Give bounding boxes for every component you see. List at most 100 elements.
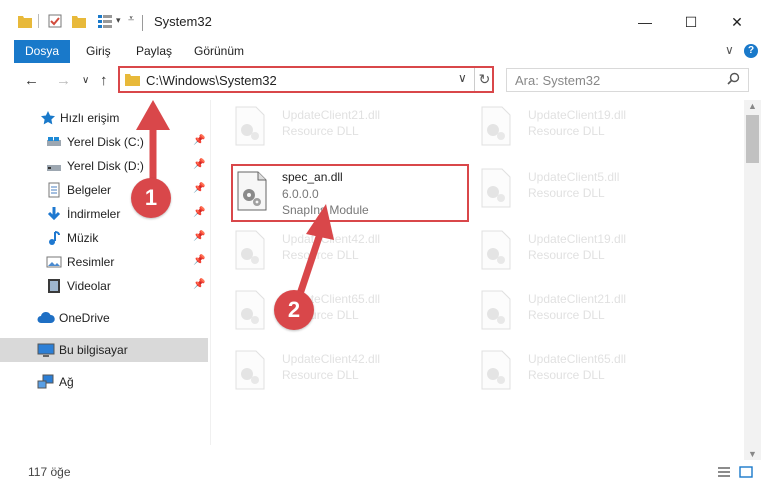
search-input[interactable]: Ara: System32 bbox=[515, 73, 600, 88]
tab-home[interactable]: Giriş bbox=[76, 40, 121, 63]
dll-file-icon bbox=[481, 290, 511, 330]
step-1-badge: 1 bbox=[131, 178, 171, 218]
file-item[interactable]: UpdateClient19.dll Resource DLL bbox=[460, 228, 700, 276]
file-type: Resource DLL bbox=[528, 186, 605, 200]
back-button[interactable]: ← bbox=[24, 72, 39, 89]
star-icon bbox=[41, 111, 55, 125]
cloud-icon bbox=[37, 311, 55, 323]
help-icon[interactable]: ? bbox=[744, 44, 758, 58]
title-separator bbox=[142, 15, 143, 31]
new-folder-icon[interactable] bbox=[72, 14, 86, 28]
refresh-button[interactable]: ↻ bbox=[474, 68, 494, 91]
file-type: Resource DLL bbox=[528, 248, 605, 262]
pin-icon[interactable]: 📌 bbox=[193, 231, 205, 242]
view-options-icon[interactable] bbox=[98, 14, 114, 28]
customize-qa-chevron-icon[interactable]: ▾ bbox=[116, 15, 121, 26]
file-name: UpdateClient19.dll bbox=[528, 108, 627, 122]
file-name: UpdateClient65.dll bbox=[528, 352, 627, 366]
documents-icon bbox=[48, 182, 60, 198]
maximize-button[interactable]: ☐ bbox=[668, 8, 714, 36]
sidebar-item-label: Videolar bbox=[67, 279, 111, 293]
search-icon[interactable] bbox=[727, 72, 740, 85]
pin-icon[interactable]: 📌 bbox=[193, 135, 205, 146]
file-type: Resource DLL bbox=[528, 308, 605, 322]
sidebar-item-label: Ağ bbox=[59, 375, 74, 389]
pane-divider[interactable] bbox=[210, 100, 211, 445]
folder-icon[interactable] bbox=[18, 14, 32, 28]
pin-icon[interactable]: 📌 bbox=[193, 279, 205, 290]
properties-icon[interactable] bbox=[48, 14, 62, 28]
sidebar-item-this-pc[interactable]: Bu bilgisayar bbox=[0, 338, 208, 362]
download-icon bbox=[47, 207, 61, 221]
file-name: UpdateClient21.dll bbox=[282, 108, 381, 122]
scroll-up-icon[interactable]: ▲ bbox=[748, 101, 757, 111]
large-icons-view-icon[interactable] bbox=[739, 466, 753, 478]
dll-file-icon bbox=[481, 168, 511, 208]
file-item[interactable]: UpdateClient21.dll Resource DLL bbox=[214, 104, 454, 152]
separator bbox=[38, 14, 39, 28]
address-dropdown-icon[interactable]: ∨ bbox=[458, 71, 467, 85]
sidebar-item-pictures[interactable]: Resimler 📌 bbox=[0, 250, 208, 274]
forward-button[interactable]: → bbox=[56, 72, 71, 89]
file-name: UpdateClient5.dll bbox=[528, 170, 620, 184]
file-item[interactable]: UpdateClient42.dll Resource DLL bbox=[214, 348, 454, 396]
drive-icon bbox=[47, 137, 61, 146]
dll-file-icon bbox=[235, 230, 265, 270]
address-bar[interactable]: C:\Windows\System32 ∨ ↻ bbox=[118, 66, 494, 93]
up-button[interactable]: ↑ bbox=[100, 72, 108, 89]
address-path[interactable]: C:\Windows\System32 bbox=[146, 73, 277, 88]
details-view-icon[interactable] bbox=[717, 466, 731, 478]
item-count: 117 öğe bbox=[28, 465, 71, 479]
step-2-badge: 2 bbox=[274, 290, 314, 330]
pin-icon[interactable]: 📌 bbox=[193, 207, 205, 218]
tab-share[interactable]: Paylaş bbox=[126, 40, 182, 63]
search-box[interactable]: Ara: System32 bbox=[506, 68, 749, 92]
sidebar-item-network[interactable]: Ağ bbox=[0, 370, 208, 394]
file-type: Resource DLL bbox=[528, 124, 605, 138]
pin-icon[interactable]: 📌 bbox=[193, 255, 205, 266]
file-name: UpdateClient19.dll bbox=[528, 232, 627, 246]
tab-file[interactable]: Dosya bbox=[14, 40, 70, 63]
customize-quick-access-icon[interactable]: ⩡ bbox=[128, 13, 134, 26]
sidebar-item-videos[interactable]: Videolar 📌 bbox=[0, 274, 208, 298]
minimize-button[interactable]: — bbox=[622, 8, 668, 36]
folder-icon bbox=[125, 74, 140, 86]
file-type: Resource DLL bbox=[528, 368, 605, 382]
dll-file-icon bbox=[235, 106, 265, 146]
sidebar-item-label: Belgeler bbox=[67, 183, 112, 197]
file-type: Resource DLL bbox=[282, 368, 359, 382]
close-button[interactable]: ✕ bbox=[714, 8, 760, 36]
sidebar-item-music[interactable]: Müzik 📌 bbox=[0, 226, 208, 250]
file-item[interactable]: UpdateClient65.dll Resource DLL bbox=[460, 348, 700, 396]
file-name: UpdateClient21.dll bbox=[528, 292, 627, 306]
sidebar-item-label: OneDrive bbox=[59, 311, 110, 325]
file-item[interactable]: UpdateClient5.dll Resource DLL bbox=[460, 166, 700, 214]
file-type: Resource DLL bbox=[282, 124, 359, 138]
file-item[interactable]: UpdateClient19.dll Resource DLL bbox=[460, 104, 700, 152]
sidebar-item-label: Hızlı erişim bbox=[60, 111, 120, 125]
sidebar-item-onedrive[interactable]: OneDrive bbox=[0, 306, 208, 330]
expand-ribbon-icon[interactable]: ∨ bbox=[725, 43, 734, 57]
scroll-thumb[interactable] bbox=[746, 115, 759, 163]
window-title: System32 bbox=[154, 14, 212, 29]
dll-file-icon bbox=[235, 350, 265, 390]
tab-view[interactable]: Görünüm bbox=[184, 40, 254, 63]
vertical-scrollbar[interactable]: ▲ ▼ bbox=[744, 100, 761, 460]
recent-locations-button[interactable]: ∨ bbox=[82, 75, 89, 86]
music-icon bbox=[49, 231, 60, 245]
video-icon bbox=[48, 279, 60, 293]
dll-file-icon bbox=[481, 230, 511, 270]
file-item[interactable]: UpdateClient21.dll Resource DLL bbox=[460, 288, 700, 336]
sidebar-item-label: İndirmeler bbox=[67, 207, 121, 221]
status-bar: 117 öğe bbox=[0, 460, 769, 484]
drive-icon bbox=[47, 165, 61, 171]
pictures-icon bbox=[46, 256, 62, 268]
scroll-down-icon[interactable]: ▼ bbox=[748, 449, 757, 459]
file-name: UpdateClient42.dll bbox=[282, 352, 381, 366]
sidebar-item-label: Müzik bbox=[67, 231, 99, 245]
dll-file-icon bbox=[235, 290, 265, 330]
pin-icon[interactable]: 📌 bbox=[193, 183, 205, 194]
sidebar-item-label: Bu bilgisayar bbox=[59, 343, 128, 357]
sidebar-item-label: Resimler bbox=[67, 255, 115, 269]
pin-icon[interactable]: 📌 bbox=[193, 159, 205, 170]
